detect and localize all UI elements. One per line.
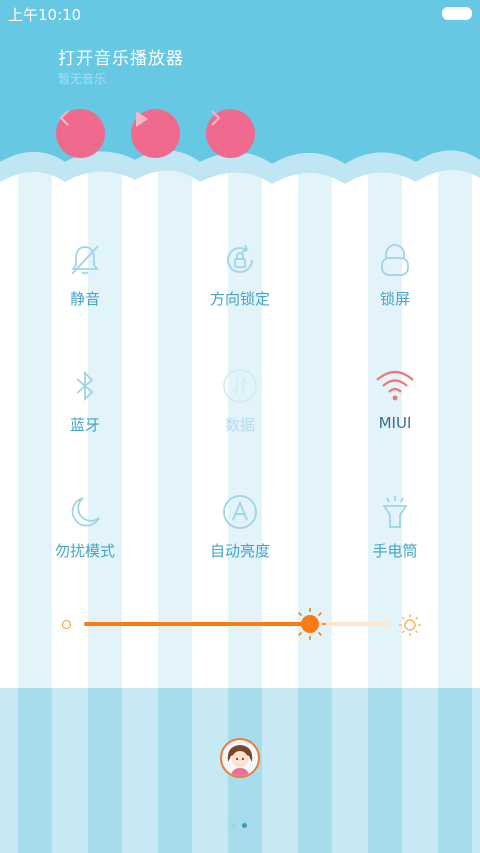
toggle-do-not-disturb-label: 勿扰模式 bbox=[54, 542, 115, 560]
toggle-auto-brightness[interactable]: 自动亮度 bbox=[170, 494, 310, 561]
status-time: 上午10:10 bbox=[8, 6, 82, 24]
auto-brightness-icon bbox=[223, 495, 257, 529]
toggle-wifi-label: MIUI bbox=[378, 414, 412, 432]
music-subtitle: 暂无音乐 bbox=[58, 72, 107, 86]
wifi-icon bbox=[376, 370, 414, 401]
play-icon bbox=[136, 111, 148, 127]
toggle-lock-screen-label: 锁屏 bbox=[379, 290, 410, 308]
flashlight-icon bbox=[382, 496, 408, 528]
avatar-portrait bbox=[227, 745, 253, 776]
header-cloud-shape bbox=[0, 0, 480, 184]
avatar[interactable] bbox=[220, 738, 260, 778]
music-header: 上午10:10 打开音乐播放器 暂无音乐 bbox=[0, 0, 480, 190]
brightness-thumb[interactable] bbox=[293, 607, 327, 641]
toggle-bluetooth[interactable]: 蓝牙 bbox=[15, 368, 155, 435]
moon-icon bbox=[71, 497, 100, 527]
page-indicator bbox=[231, 813, 253, 832]
lock-icon bbox=[381, 244, 409, 276]
brightness-min-icon bbox=[62, 620, 71, 629]
toggle-flashlight-label: 手电筒 bbox=[372, 542, 418, 560]
next-button[interactable] bbox=[206, 109, 255, 158]
brightness-max-icon bbox=[399, 614, 421, 636]
toggle-lock-screen[interactable]: 锁屏 bbox=[325, 242, 465, 309]
toggle-do-not-disturb[interactable]: 勿扰模式 bbox=[15, 494, 155, 561]
next-icon bbox=[211, 110, 221, 126]
bluetooth-icon bbox=[76, 370, 94, 402]
toggle-rotation-lock[interactable]: 方向锁定 bbox=[170, 242, 310, 309]
mobile-data-icon bbox=[223, 369, 257, 403]
rotation-lock-icon bbox=[227, 244, 253, 273]
toggle-mute[interactable]: 静音 bbox=[15, 242, 155, 309]
music-title[interactable]: 打开音乐播放器 bbox=[58, 44, 184, 69]
toggle-auto-brightness-label: 自动亮度 bbox=[209, 542, 270, 560]
toggle-mute-label: 静音 bbox=[69, 290, 100, 308]
toggle-bluetooth-label: 蓝牙 bbox=[69, 416, 100, 434]
previous-icon bbox=[59, 110, 69, 126]
toggle-flashlight[interactable]: 手电筒 bbox=[325, 494, 465, 561]
page-dot-active[interactable] bbox=[242, 823, 247, 828]
page-dot[interactable] bbox=[231, 823, 236, 828]
toggle-mobile-data[interactable]: 数据 bbox=[170, 368, 310, 435]
play-button[interactable] bbox=[131, 109, 180, 158]
toggle-rotation-lock-label: 方向锁定 bbox=[209, 290, 270, 308]
brightness-track-filled[interactable] bbox=[84, 622, 310, 626]
bell-mute-icon bbox=[71, 245, 99, 275]
battery-icon bbox=[442, 7, 472, 20]
previous-button[interactable] bbox=[56, 109, 105, 158]
toggle-mobile-data-label: 数据 bbox=[224, 416, 255, 434]
toggle-wifi[interactable]: MIUI bbox=[325, 368, 465, 432]
